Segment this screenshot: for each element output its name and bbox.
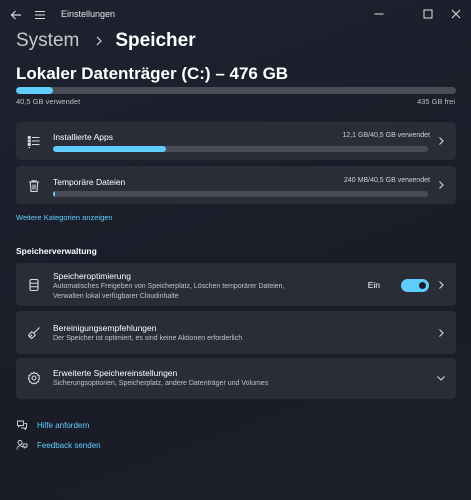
- category-usage-fill: [53, 146, 166, 152]
- page-title: Speicher: [115, 30, 196, 51]
- chevron-right-icon: [439, 137, 444, 145]
- item-title: Speicheroptimierung: [53, 271, 131, 281]
- category-usage: 12,1 GB/40,5 GB verwendet: [342, 132, 430, 139]
- drive-free-label: 435 GB frei: [417, 97, 455, 106]
- drive-usage-bar: [16, 87, 456, 94]
- category-usage: 240 MB/40,5 GB verwendet: [344, 177, 430, 184]
- breadcrumb-system[interactable]: System: [16, 30, 79, 52]
- chevron-right-icon: [439, 329, 444, 337]
- cleanup-recommendations-item[interactable]: Bereinigungsempfehlungen Der Speicher is…: [16, 311, 456, 354]
- item-title: Bereinigungsempfehlungen: [53, 323, 157, 333]
- item-subtitle-line2: Verwalten lokal verfügbarer Cloudinhalte: [53, 293, 179, 300]
- back-arrow-icon[interactable]: [9, 8, 23, 22]
- close-icon[interactable]: [447, 5, 465, 23]
- item-subtitle: Der Speicher ist optimiert, es sind kein…: [53, 335, 243, 342]
- settings-window: Einstellungen System Speicher Lokaler Da…: [0, 0, 471, 500]
- maximize-icon[interactable]: [419, 5, 437, 23]
- storage-sense-item[interactable]: Speicheroptimierung Automatisches Freige…: [16, 263, 456, 306]
- category-usage-bar: [53, 191, 428, 197]
- item-subtitle-line1: Automatisches Freigeben von Speicherplat…: [53, 283, 285, 290]
- get-help-link[interactable]: Hilfe anfordern: [16, 418, 89, 432]
- category-installed-apps[interactable]: Installierte Apps 12,1 GB/40,5 GB verwen…: [16, 122, 456, 160]
- hamburger-menu-icon[interactable]: [34, 9, 46, 21]
- category-usage-fill: [53, 191, 56, 197]
- feedback-icon: [16, 440, 28, 450]
- list-icon: [27, 136, 40, 149]
- chevron-right-icon: [96, 36, 103, 46]
- category-title: Temporäre Dateien: [53, 177, 126, 187]
- show-more-categories-link[interactable]: Weitere Kategorien anzeigen: [16, 213, 113, 222]
- category-temp-files[interactable]: Temporäre Dateien 240 MB/40,5 GB verwend…: [16, 166, 456, 204]
- item-subtitle: Sicherungsoptionen, Speicherplatz, ander…: [53, 380, 269, 387]
- category-title: Installierte Apps: [53, 132, 114, 142]
- drive-usage-fill: [16, 87, 54, 94]
- send-feedback-link[interactable]: Feedback senden: [16, 438, 101, 452]
- window-title: Einstellungen: [61, 9, 116, 19]
- toggle-state-label: Ein: [367, 280, 380, 290]
- send-feedback-label: Feedback senden: [37, 440, 101, 450]
- broom-icon: [27, 327, 40, 340]
- advanced-storage-settings-item[interactable]: Erweiterte Speichereinstellungen Sicheru…: [16, 358, 456, 399]
- storage-sense-toggle[interactable]: [401, 279, 429, 292]
- drive-title: Lokaler Datenträger (C:) – 476 GB: [16, 64, 289, 83]
- trash-icon: [29, 180, 39, 193]
- breadcrumb: System Speicher: [16, 28, 196, 54]
- chevron-down-icon[interactable]: [436, 373, 446, 383]
- section-title: Speicherverwaltung: [16, 246, 97, 256]
- get-help-label: Hilfe anfordern: [37, 420, 90, 430]
- chevron-right-icon: [439, 181, 444, 189]
- chevron-right-icon[interactable]: [436, 280, 446, 290]
- item-title: Erweiterte Speichereinstellungen: [53, 368, 178, 378]
- toggle-knob: [419, 282, 426, 289]
- help-chat-icon: [17, 420, 27, 430]
- title-bar: Einstellungen: [0, 0, 471, 30]
- storage-icon: [29, 278, 39, 292]
- minimize-icon[interactable]: [370, 5, 388, 23]
- drive-used-label: 40,5 GB verwendet: [16, 97, 81, 106]
- category-usage-bar: [53, 146, 428, 152]
- gear-icon: [27, 371, 41, 385]
